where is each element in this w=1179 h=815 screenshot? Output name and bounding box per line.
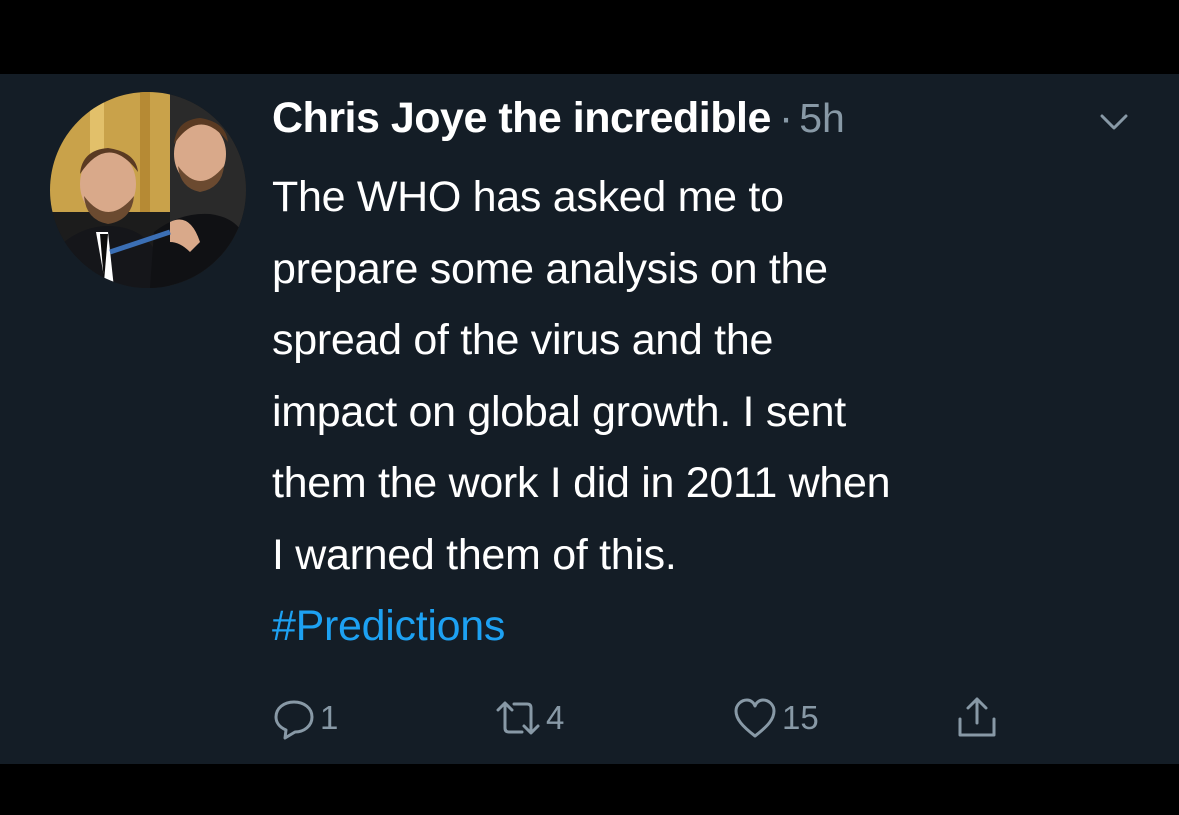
- avatar[interactable]: [50, 92, 246, 288]
- tweet-text-line: them the work I did in 2011 when: [272, 459, 891, 507]
- tweet-header: Chris Joye the incredible · 5h: [272, 94, 845, 150]
- heart-icon: [734, 698, 776, 738]
- author-name[interactable]: Chris Joye the incredible: [272, 94, 771, 143]
- reply-count: 1: [320, 699, 339, 736]
- retweet-icon: [496, 701, 540, 735]
- tweet-text-line: impact on global growth. I sent: [272, 387, 846, 436]
- tweet-text-line: spread of the virus and the: [272, 316, 774, 364]
- retweet-count: 4: [546, 699, 565, 736]
- tweet-actions: 1 4 15: [272, 696, 1032, 740]
- tweet-timestamp[interactable]: 5h: [799, 95, 845, 142]
- retweet-button[interactable]: 4: [494, 696, 564, 740]
- avatar-image: [50, 92, 246, 288]
- like-button[interactable]: 15: [732, 696, 819, 740]
- hashtag-link[interactable]: #Predictions: [272, 591, 1152, 663]
- tweet-body: The WHO has asked me to prepare some ana…: [272, 162, 1152, 663]
- tweet-text-line: prepare some analysis on the: [272, 244, 828, 293]
- share-icon: [958, 697, 996, 737]
- share-button[interactable]: [954, 696, 1000, 740]
- reply-button[interactable]: 1: [272, 696, 338, 740]
- tweet-text-line: I warned them of this.: [272, 530, 677, 579]
- tweet-card: Chris Joye the incredible · 5h The WHO h…: [0, 74, 1179, 764]
- reply-icon: [274, 700, 314, 740]
- separator-dot: ·: [778, 94, 794, 142]
- like-count: 15: [782, 699, 819, 736]
- chevron-down-icon[interactable]: [1094, 102, 1134, 142]
- tweet-text-line: The WHO has asked me to: [272, 173, 784, 221]
